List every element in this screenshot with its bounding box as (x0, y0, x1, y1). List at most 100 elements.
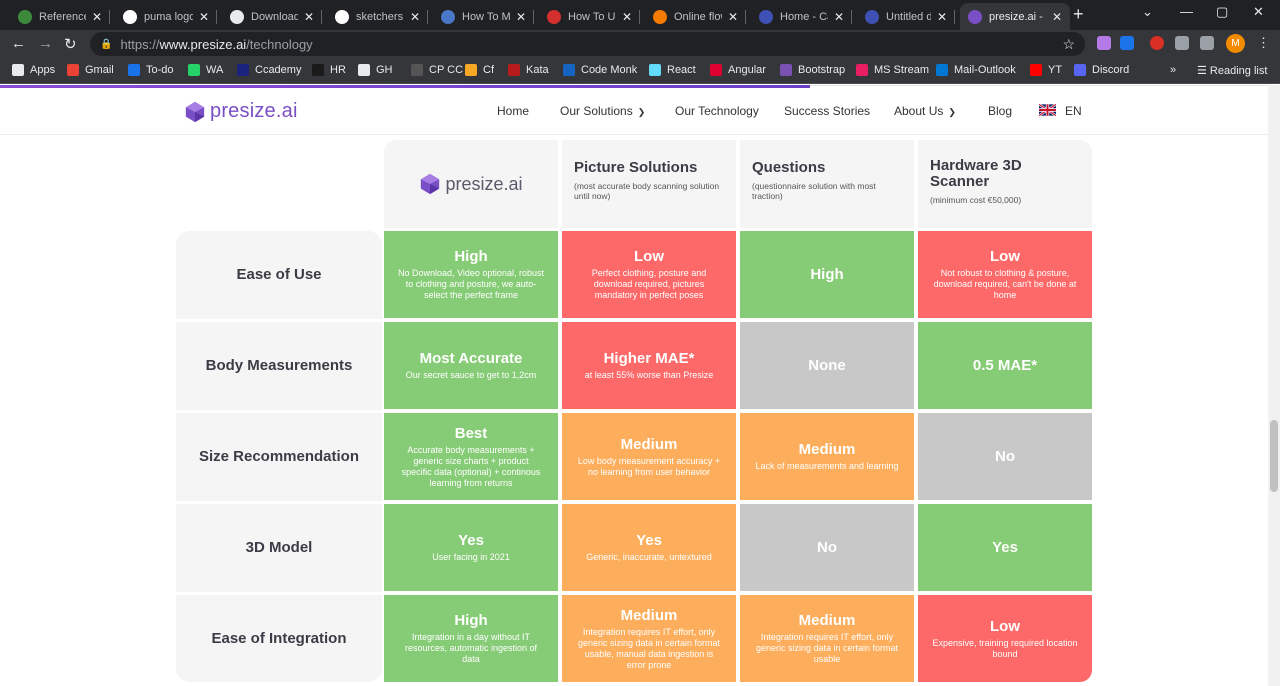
browser-tab[interactable]: google-icon puma logo ✕ (115, 3, 217, 30)
bookmark-item[interactable]: Ccademy (237, 64, 301, 76)
reload-button[interactable]: ↻ (64, 35, 77, 53)
bookmark-favicon-icon (710, 64, 722, 76)
maximize-button[interactable]: ▢ (1216, 4, 1228, 20)
column-header-presize: presize.ai (384, 140, 558, 228)
menu-kebab-icon[interactable]: ⋮ (1257, 35, 1270, 51)
browser-tab[interactable]: c-icon Untitled de ✕ (857, 3, 955, 30)
bookmark-item[interactable]: Gmail (67, 64, 114, 76)
cell-note: No Download, Video optional, robust to c… (398, 268, 544, 300)
cell-rating: Medium (798, 441, 856, 458)
nav-our-solutions[interactable]: Our Solutions ❯ (560, 104, 645, 118)
tab-title: References (39, 10, 86, 23)
close-tab-icon[interactable]: ✕ (834, 10, 844, 24)
bookmark-item[interactable]: HR (312, 64, 346, 76)
comparison-cell: Medium Low body measurement accuracy + no… (562, 413, 736, 500)
nav-home[interactable]: Home (497, 104, 529, 118)
bookmark-item[interactable]: Bootstrap (780, 64, 845, 76)
bookmark-item[interactable]: Code Monk (563, 64, 637, 76)
close-tab-icon[interactable]: ✕ (728, 10, 738, 24)
reading-list-button[interactable]: ☰ Reading list (1197, 64, 1267, 77)
tab-title: sketchers lo (356, 10, 404, 23)
cell-note: at least 55% worse than Presize (584, 370, 714, 380)
column-subtitle: (questionnaire solution with most tracti… (752, 181, 876, 201)
google-icon: google-icon (123, 9, 137, 24)
chevron-down-icon: ❯ (948, 107, 956, 117)
row-label: Ease of Integration (211, 630, 347, 647)
cell-rating: None (808, 357, 846, 374)
forward-button[interactable]: → (38, 35, 53, 52)
tab-title: Online flow (674, 10, 722, 23)
extensions-puzzle-icon[interactable] (1175, 36, 1189, 50)
browser-tab[interactable]: s-icon How To Use ✕ (539, 3, 640, 30)
close-tab-icon[interactable]: ✕ (199, 10, 209, 24)
close-window-button[interactable]: ✕ (1253, 4, 1264, 20)
browser-tab[interactable]: c-icon Home - Can ✕ (751, 3, 852, 30)
browser-tab[interactable]: presize-icon presize.ai - ✕ (960, 3, 1070, 30)
tab-title: presize.ai - (989, 10, 1043, 23)
bookmark-favicon-icon (1074, 64, 1086, 76)
browser-tab[interactable]: references-icon References ✕ (10, 3, 110, 30)
new-tab-button[interactable]: + (1073, 4, 1084, 25)
row-divider (176, 410, 382, 413)
nav-about-us[interactable]: About Us ❯ (894, 104, 956, 118)
extension-feather-icon[interactable] (1097, 36, 1111, 50)
browser-tab[interactable]: l-icon Online flow ✕ (645, 3, 746, 30)
bookmark-label: Ccademy (255, 64, 302, 76)
language-selector[interactable]: EN (1065, 104, 1082, 118)
nav-our-solutions-label: Our Solutions (560, 104, 633, 118)
bookmarks-overflow-icon[interactable]: » (1170, 64, 1176, 76)
bookmark-favicon-icon (780, 64, 792, 76)
web-page: presize.ai Home Our Solutions ❯ Our Techn… (0, 85, 1268, 686)
bookmark-item[interactable]: Mail-Outlook (936, 64, 1016, 76)
cell-note: Integration requires IT effort, only gen… (577, 626, 721, 670)
bookmark-item[interactable]: GH (358, 64, 393, 76)
browser-tab[interactable]: google-icon sketchers lo ✕ (327, 3, 428, 30)
bookmark-item[interactable]: Discord (1074, 64, 1129, 76)
tab-search-icon[interactable]: ⌄ (1142, 4, 1153, 20)
bookmark-item[interactable]: Cf (465, 64, 494, 76)
bookmark-item[interactable]: Angular (710, 64, 766, 76)
profile-avatar[interactable]: M (1226, 34, 1245, 53)
comparison-cell: Yes User facing in 2021 (384, 504, 558, 591)
nav-blog[interactable]: Blog (988, 104, 1012, 118)
close-tab-icon[interactable]: ✕ (516, 10, 526, 24)
back-button[interactable]: ← (11, 35, 26, 52)
close-tab-icon[interactable]: ✕ (622, 10, 632, 24)
nav-success-stories[interactable]: Success Stories (784, 104, 870, 118)
uk-flag-icon[interactable] (1039, 104, 1056, 116)
minimize-button[interactable]: — (1180, 4, 1193, 19)
address-bar[interactable]: 🔒 https://www.presize.ai/technology ☆ (90, 32, 1085, 56)
bookmark-favicon-icon (312, 64, 324, 76)
column-header-picture-solutions: Picture Solutions (most accurate body sc… (562, 140, 736, 228)
bookmark-item[interactable]: YT (1030, 64, 1062, 76)
site-logo[interactable]: presize.ai (184, 100, 298, 123)
column-title: Hardware 3D Scanner (930, 157, 1022, 190)
bookmark-item[interactable]: WA (188, 64, 223, 76)
cell-note: Integration in a day without IT resource… (404, 632, 538, 664)
media-control-icon[interactable] (1200, 36, 1214, 50)
bookmark-item[interactable]: CP CC (411, 64, 463, 76)
bookmark-item[interactable]: Kata (508, 64, 549, 76)
close-tab-icon[interactable]: ✕ (1052, 10, 1062, 24)
bookmark-label: Kata (526, 64, 549, 76)
nav-our-technology[interactable]: Our Technology (675, 104, 759, 118)
close-tab-icon[interactable]: ✕ (410, 10, 420, 24)
scrollbar-thumb[interactable] (1270, 420, 1278, 492)
close-tab-icon[interactable]: ✕ (92, 10, 102, 24)
row-divider (176, 592, 382, 595)
bookmark-item[interactable]: To-do (128, 64, 174, 76)
presize-logo-icon (421, 173, 440, 195)
extension-adblock-icon[interactable] (1150, 36, 1164, 50)
bookmark-item[interactable]: React (649, 64, 696, 76)
comparison-cell: Yes Generic, inaccurate, untextured (562, 504, 736, 591)
page-scrollbar[interactable] (1268, 85, 1280, 686)
bookmark-star-icon[interactable]: ☆ (1062, 36, 1075, 53)
browser-tab[interactable]: download-icon Downloads ✕ (222, 3, 322, 30)
extension-new-icon[interactable] (1120, 36, 1134, 50)
close-tab-icon[interactable]: ✕ (304, 10, 314, 24)
browser-tab[interactable]: site-icon How To Ma ✕ (433, 3, 534, 30)
bookmark-item[interactable]: Apps (12, 64, 55, 76)
bookmark-item[interactable]: MS Stream (856, 64, 929, 76)
close-tab-icon[interactable]: ✕ (937, 10, 947, 24)
cell-note: Accurate body measurements + generic siz… (401, 444, 541, 488)
